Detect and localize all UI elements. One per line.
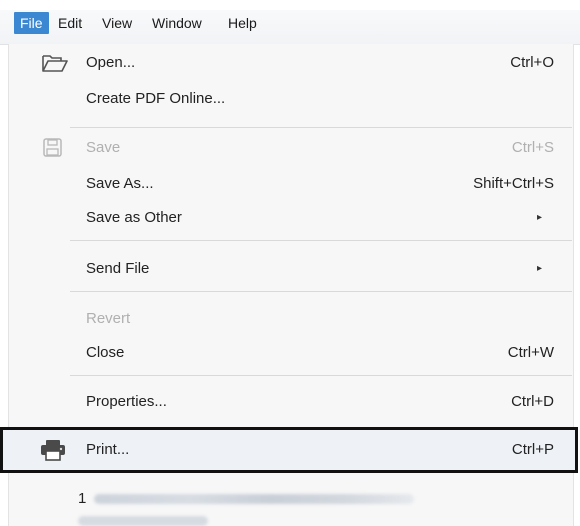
menu-separator xyxy=(70,127,572,128)
menu-item-shortcut: Shift+Ctrl+S xyxy=(473,175,554,192)
menu-item-label: Create PDF Online... xyxy=(86,90,226,107)
menu-item-open[interactable]: Open... Ctrl+O xyxy=(8,46,572,80)
menu-item-label: Save As... xyxy=(86,175,154,192)
menu-item-save-as-other[interactable]: Save as Other ▸ xyxy=(8,201,572,235)
menu-item-label: Close xyxy=(86,344,125,361)
menu-item-create-pdf-online[interactable]: Create PDF Online... xyxy=(8,82,572,116)
menu-item-label: Revert xyxy=(86,310,131,327)
menu-item-label: Open... xyxy=(86,54,136,71)
menu-separator xyxy=(70,375,572,376)
recent-file-second-line-blurred xyxy=(78,516,208,526)
menu-item-label: Save xyxy=(86,139,121,156)
menu-view[interactable]: View xyxy=(96,12,138,34)
menu-item-label: Send File xyxy=(86,260,150,277)
menu-item-revert: Revert xyxy=(8,302,572,336)
menu-item-label: Properties... xyxy=(86,393,167,410)
recent-file-index: 1 xyxy=(78,490,87,507)
menu-file[interactable]: File xyxy=(14,12,49,34)
menu-item-label: Print... xyxy=(86,441,130,458)
save-icon xyxy=(42,138,66,158)
menu-item-shortcut: Ctrl+W xyxy=(507,344,554,361)
menu-item-print[interactable]: Print... Ctrl+P xyxy=(8,433,572,467)
menu-help[interactable]: Help xyxy=(222,12,263,34)
menu-item-properties[interactable]: Properties... Ctrl+D xyxy=(8,385,572,419)
menu-edit[interactable]: Edit xyxy=(52,12,88,34)
menu-separator xyxy=(70,291,572,292)
menu-item-label: Save as Other xyxy=(86,209,182,226)
recent-file-name-blurred[interactable] xyxy=(94,494,414,504)
printer-icon xyxy=(40,439,65,461)
submenu-arrow-icon: ▸ xyxy=(536,212,542,223)
folder-open-icon xyxy=(42,53,68,73)
menu-bar-top-strip xyxy=(0,0,580,10)
submenu-arrow-icon: ▸ xyxy=(536,263,542,274)
menu-item-send-file[interactable]: Send File ▸ xyxy=(8,252,572,286)
menu-item-shortcut: Ctrl+S xyxy=(511,139,554,156)
menu-item-shortcut: Ctrl+O xyxy=(510,54,554,71)
menu-item-save-as[interactable]: Save As... Shift+Ctrl+S xyxy=(8,167,572,201)
menu-window[interactable]: Window xyxy=(146,12,208,34)
menu-separator xyxy=(70,240,572,241)
menu-item-shortcut: Ctrl+D xyxy=(511,393,554,410)
menu-item-close[interactable]: Close Ctrl+W xyxy=(8,336,572,370)
menu-item-save: Save Ctrl+S xyxy=(8,131,572,165)
menu-item-shortcut: Ctrl+P xyxy=(511,441,554,458)
menu-bar: File Edit View Window Help xyxy=(0,0,580,45)
